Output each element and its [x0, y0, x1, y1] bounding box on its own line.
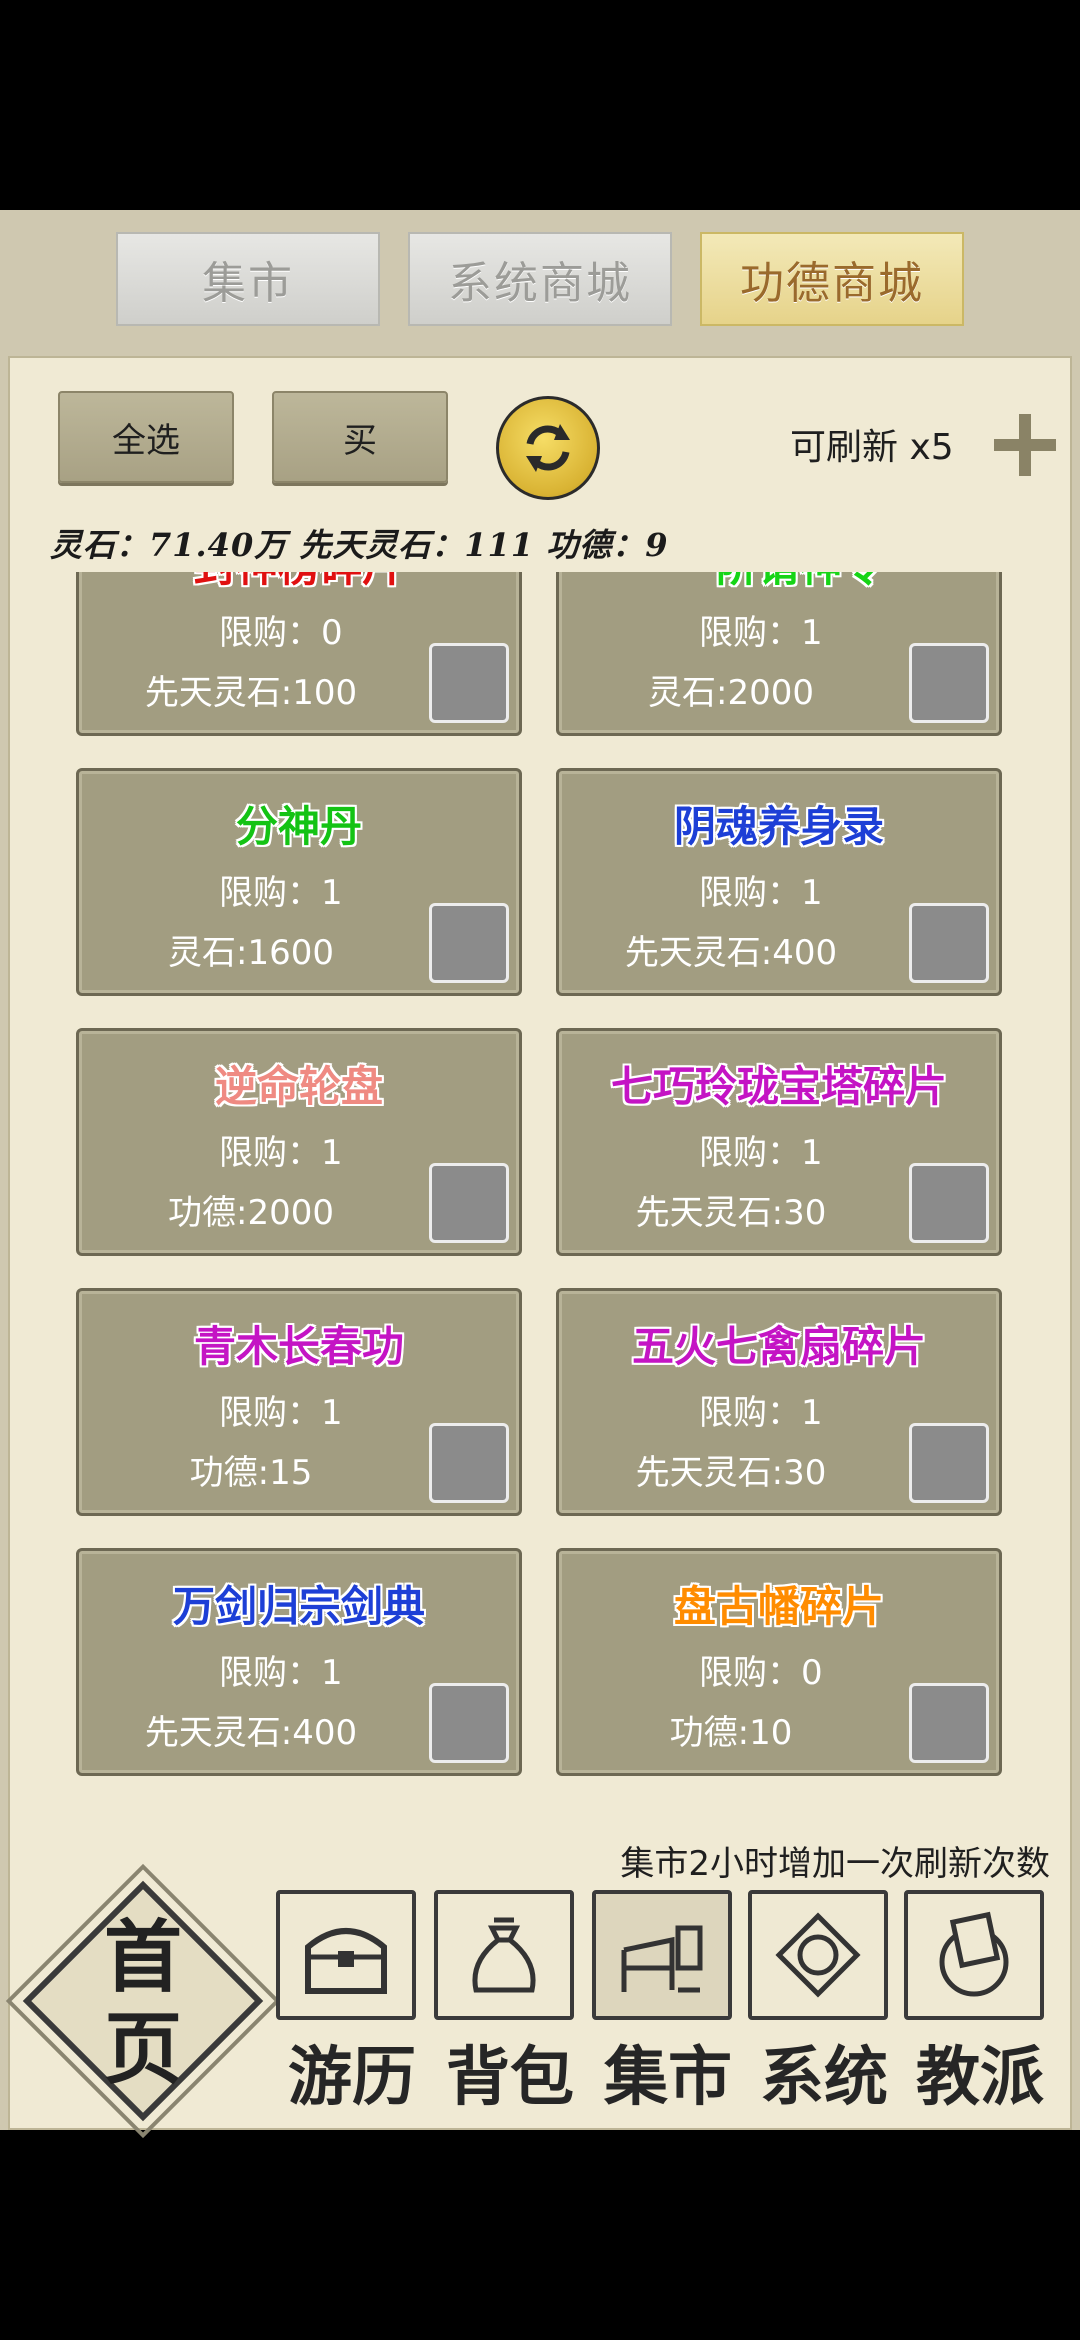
- nav-travel[interactable]: 游历: [272, 1890, 420, 2116]
- tab-market[interactable]: 集市: [116, 232, 380, 326]
- item-name: 分神丹: [235, 802, 362, 851]
- item-name: 万剑归宗剑典: [172, 1582, 425, 1631]
- nav-icon-frame: [748, 1890, 888, 2020]
- nav-label: 游历: [288, 2040, 416, 2115]
- refresh-arrows-icon: [526, 424, 570, 472]
- nav-home-button[interactable]: 首 页: [5, 1863, 281, 2139]
- buy-button[interactable]: 买: [272, 391, 448, 483]
- item-name: 盘古幡碎片: [673, 1582, 884, 1631]
- item-price: 先天灵石:400: [144, 1713, 358, 1753]
- item-limit: 限购：1: [219, 873, 343, 913]
- nav-bag[interactable]: 背包: [430, 1890, 578, 2116]
- item-card[interactable]: 阴魂养身录 限购：1 先天灵石:400: [556, 768, 1002, 996]
- item-price: 功德:2000: [168, 1193, 334, 1233]
- system-seal-icon: [775, 1912, 861, 1998]
- item-limit: 限购：1: [699, 1133, 823, 1173]
- nav-icon-frame: [276, 1890, 416, 2020]
- add-refresh-icon[interactable]: [994, 414, 1056, 476]
- tab-system-shop[interactable]: 系统商城: [408, 232, 672, 326]
- item-limit: 限购：1: [219, 1393, 343, 1433]
- item-select-checkbox[interactable]: [429, 903, 509, 983]
- item-select-checkbox[interactable]: [429, 1423, 509, 1503]
- item-select-checkbox[interactable]: [909, 643, 989, 723]
- bag-icon: [472, 1917, 536, 1993]
- select-all-button[interactable]: 全选: [58, 391, 234, 483]
- nav-label: 背包: [446, 2040, 574, 2115]
- item-grid[interactable]: 封神榜碎片 限购：0 先天灵石:100 一阶请神令 限购：1 灵石:2000 分…: [10, 572, 1070, 1858]
- item-price: 功德:10: [669, 1713, 793, 1753]
- item-limit: 限购：1: [699, 873, 823, 913]
- item-price: 先天灵石:400: [624, 933, 838, 973]
- item-card[interactable]: 万剑归宗剑典 限购：1 先天灵石:400: [76, 1548, 522, 1776]
- nav-home-label-line: 首: [103, 1912, 182, 2003]
- item-name: 封神榜碎片: [79, 572, 519, 594]
- item-price: 先天灵石:30: [635, 1453, 827, 1493]
- nav-label: 系统: [760, 2040, 888, 2115]
- nav-label: 集市: [604, 2040, 732, 2115]
- item-card[interactable]: 七巧玲珑宝塔碎片 限购：1 先天灵石:30: [556, 1028, 1002, 1256]
- nav-home-label-line: 页: [103, 2004, 182, 2095]
- shop-tabs: 集市 系统商城 功德商城: [0, 210, 1080, 340]
- item-name: 七巧玲珑宝塔碎片: [610, 1062, 947, 1111]
- sect-banner-icon: [939, 1911, 1009, 1997]
- chest-icon: [305, 1928, 387, 1994]
- item-price: 先天灵石:30: [635, 1193, 827, 1233]
- refresh-note: 集市2小时增加一次刷新次数: [620, 1844, 1050, 1884]
- item-price: 先天灵石:100: [144, 673, 358, 713]
- item-card[interactable]: 盘古幡碎片 限购：0 功德:10: [556, 1548, 1002, 1776]
- nav-sect[interactable]: 教派: [900, 1890, 1048, 2116]
- nav-icon-frame: [904, 1890, 1044, 2020]
- item-select-checkbox[interactable]: [909, 1683, 989, 1763]
- item-name: 逆命轮盘: [214, 1062, 383, 1111]
- item-name: 阴魂养身录: [673, 802, 884, 851]
- item-select-checkbox[interactable]: [429, 1683, 509, 1763]
- item-card[interactable]: 五火七禽扇碎片 限购：1 先天灵石:30: [556, 1288, 1002, 1516]
- item-card[interactable]: 逆命轮盘 限购：1 功德:2000: [76, 1028, 522, 1256]
- item-name: 一阶请神令: [559, 572, 999, 594]
- refresh-count-label: 可刷新 x5: [790, 427, 954, 468]
- currency-bar: 灵石：71.40万 先天灵石：111 功德：9: [50, 526, 669, 564]
- item-select-checkbox[interactable]: [429, 1163, 509, 1243]
- item-price: 灵石:2000: [648, 673, 814, 713]
- item-card[interactable]: 分神丹 限购：1 灵石:1600: [76, 768, 522, 996]
- item-limit: 限购：0: [219, 613, 343, 653]
- item-limit: 限购：1: [699, 613, 823, 653]
- refresh-button[interactable]: [496, 396, 600, 500]
- market-stall-icon: [621, 1925, 703, 1993]
- item-select-checkbox[interactable]: [909, 1423, 989, 1503]
- nav-icon-frame: [592, 1890, 732, 2020]
- item-select-checkbox[interactable]: [909, 903, 989, 983]
- nav-system[interactable]: 系统: [744, 1890, 892, 2116]
- item-select-checkbox[interactable]: [909, 1163, 989, 1243]
- item-card[interactable]: 青木长春功 限购：1 功德:15: [76, 1288, 522, 1516]
- item-limit: 限购：0: [699, 1653, 823, 1693]
- market-screen: 集市 系统商城 功德商城 全选 买 可刷新 x5 灵石：71.40万 先天灵石：…: [0, 210, 1080, 2139]
- item-limit: 限购：1: [219, 1133, 343, 1173]
- item-card[interactable]: 一阶请神令 限购：1 灵石:2000: [556, 572, 1002, 736]
- item-price: 灵石:1600: [168, 933, 334, 973]
- bottom-nav: 首 页 游历 背包 集市 系统 教派: [0, 1863, 1080, 2139]
- item-limit: 限购：1: [699, 1393, 823, 1433]
- nav-icon-frame: [434, 1890, 574, 2020]
- item-price: 功德:15: [189, 1453, 313, 1493]
- item-limit: 限购：1: [219, 1653, 343, 1693]
- nav-home-label: 首 页: [28, 1912, 258, 2096]
- item-select-checkbox[interactable]: [429, 643, 509, 723]
- item-card[interactable]: 封神榜碎片 限购：0 先天灵石:100: [76, 572, 522, 736]
- nav-label: 教派: [916, 2040, 1044, 2115]
- item-name: 五火七禽扇碎片: [631, 1322, 926, 1371]
- nav-market[interactable]: 集市: [588, 1890, 736, 2116]
- tab-merit-shop[interactable]: 功德商城: [700, 232, 964, 326]
- item-name: 青木长春功: [193, 1322, 404, 1371]
